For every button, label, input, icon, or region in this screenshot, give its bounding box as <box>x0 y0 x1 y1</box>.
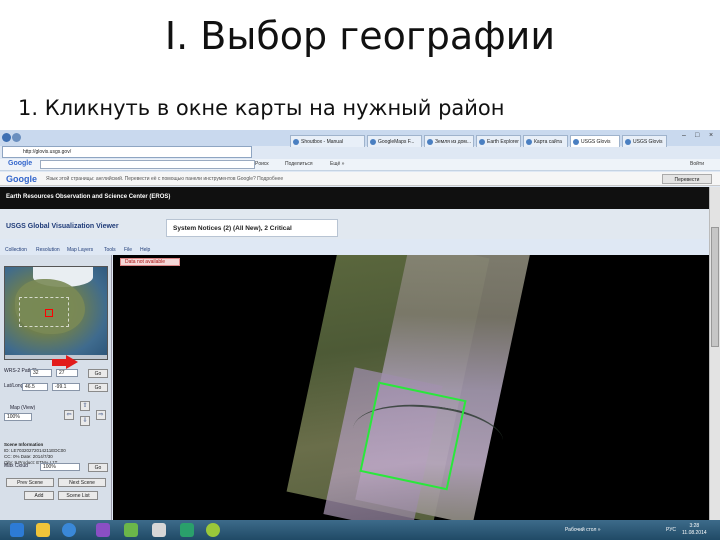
tray-language[interactable]: РУС <box>666 527 676 533</box>
glovis-header: USGS Global Visualization Viewer <box>0 209 709 239</box>
menu-help[interactable]: Help <box>140 247 150 253</box>
toolbar-signin-button[interactable]: Войти <box>690 161 704 167</box>
selected-scene-outline[interactable] <box>359 381 467 491</box>
address-bar[interactable]: http://glovis.usgs.gov/ <box>2 146 252 158</box>
close-icon[interactable]: × <box>709 132 713 139</box>
toolbar-search-button[interactable]: Poиск <box>255 161 269 167</box>
windows-taskbar: Рабочий стол » РУС 3:28 11.08.2014 <box>0 520 720 540</box>
latlong-go-button[interactable]: Go <box>88 383 108 392</box>
screenshot: Shoutbox - Manual GoogleMaps F... Земля … <box>0 130 720 540</box>
long-input[interactable]: -99.1 <box>52 383 80 391</box>
maximize-icon[interactable]: □ <box>695 132 699 139</box>
cloud-go-button[interactable]: Go <box>88 463 108 472</box>
explorer-icon[interactable] <box>10 523 24 537</box>
prev-scene-button[interactable]: Prev Scene <box>6 478 54 487</box>
slide-subtitle: 1. Кликнуть в окне карты на нужный район <box>18 96 505 120</box>
translate-message: Язык этой страницы: английский. Перевест… <box>46 176 284 182</box>
lat-input[interactable]: 46.5 <box>22 383 48 391</box>
tab-favicon-icon <box>625 139 631 145</box>
zoom-select[interactable]: 100% <box>4 413 32 421</box>
google-search-input[interactable] <box>40 160 255 169</box>
toolbar-share-button[interactable]: Поделиться <box>285 161 313 167</box>
scene-list-button[interactable]: Scene List <box>58 491 98 500</box>
tab-favicon-icon <box>427 139 433 145</box>
wrs-go-button[interactable]: Go <box>88 369 108 378</box>
tab-favicon-icon <box>370 139 376 145</box>
menu-file[interactable]: File <box>124 247 132 253</box>
browser-tab[interactable]: Earth Explorer <box>476 135 521 147</box>
max-cloud-select[interactable]: 100% <box>40 463 80 471</box>
overview-map-selection <box>45 309 53 317</box>
map-view-label: Map (View) <box>10 405 36 411</box>
translate-button[interactable]: Перевести <box>662 174 712 184</box>
overview-map[interactable] <box>4 266 108 360</box>
browser-tab-active[interactable]: USGS Glovis <box>570 135 620 147</box>
pan-up-icon[interactable]: ⇧ <box>80 401 90 411</box>
pan-left-icon[interactable]: ⇦ <box>64 410 74 420</box>
latlong-label: Lat/Long <box>4 383 24 389</box>
back-icon[interactable] <box>2 133 11 142</box>
forward-icon[interactable] <box>12 133 21 142</box>
system-notices-tab[interactable]: System Notices (2) (All New), 2 Critical <box>166 219 338 237</box>
browser-tab[interactable]: USGS Glovis <box>622 135 667 147</box>
tab-favicon-icon <box>479 139 485 145</box>
toolbar-more-button[interactable]: Ещё » <box>330 161 344 167</box>
glovis-title: USGS Global Visualization Viewer <box>6 223 119 230</box>
app-icon[interactable] <box>152 523 166 537</box>
pan-right-icon[interactable]: ⇨ <box>96 410 106 420</box>
menu-map-layers[interactable]: Map Layers <box>67 247 93 253</box>
pan-down-icon[interactable]: ⇩ <box>80 416 90 426</box>
minimize-icon[interactable]: – <box>682 132 686 139</box>
app-icon[interactable] <box>180 523 194 537</box>
clock-date: 11.08.2014 <box>682 530 707 536</box>
app-icon[interactable] <box>96 523 110 537</box>
browser-tab[interactable]: GoogleMaps F... <box>367 135 422 147</box>
path-input[interactable]: 32 <box>30 369 52 377</box>
data-not-available-label: Data not available <box>120 258 180 266</box>
browser-tab[interactable]: Карта сайта <box>523 135 568 147</box>
browser-tab[interactable]: Земля из дом... <box>424 135 474 147</box>
tab-favicon-icon <box>293 139 299 145</box>
google-toolbar-logo: Google <box>8 160 33 167</box>
eros-header: Earth Resources Observation and Science … <box>0 187 720 209</box>
browser-tab[interactable]: Shoutbox - Manual <box>290 135 365 147</box>
ie-browser-icon[interactable] <box>62 523 76 537</box>
add-scene-button[interactable]: Add <box>24 491 54 500</box>
app-icon[interactable] <box>124 523 138 537</box>
row-input[interactable]: 27 <box>56 369 78 377</box>
menu-tools[interactable]: Tools <box>104 247 116 253</box>
taskbar-clock[interactable]: 3:28 11.08.2014 <box>682 523 707 537</box>
tab-favicon-icon <box>526 139 532 145</box>
app-icon[interactable] <box>206 523 220 537</box>
next-scene-button[interactable]: Next Scene <box>58 478 106 487</box>
clock-time: 3:28 <box>689 523 700 529</box>
translate-bar: Google Язык этой страницы: английский. П… <box>0 172 720 186</box>
eros-title: Earth Resources Observation and Science … <box>6 194 171 200</box>
page-scrollbar[interactable] <box>709 187 720 520</box>
overview-map-grid <box>19 297 69 327</box>
scrollbar-thumb[interactable] <box>711 227 719 347</box>
tab-favicon-icon <box>573 139 579 145</box>
slide-title: I. Выбор географии <box>164 14 556 58</box>
max-cloud-label: Max Cloud <box>4 463 28 469</box>
tray-desktop-link[interactable]: Рабочий стол » <box>565 527 601 533</box>
glovis-menubar: Collection Resolution Map Layers Tools F… <box>0 247 160 255</box>
main-map-view[interactable] <box>113 255 709 520</box>
folder-icon[interactable] <box>36 523 50 537</box>
translate-google-logo: Google <box>6 174 37 184</box>
menu-collection[interactable]: Collection <box>5 247 27 253</box>
menu-resolution[interactable]: Resolution <box>36 247 60 253</box>
